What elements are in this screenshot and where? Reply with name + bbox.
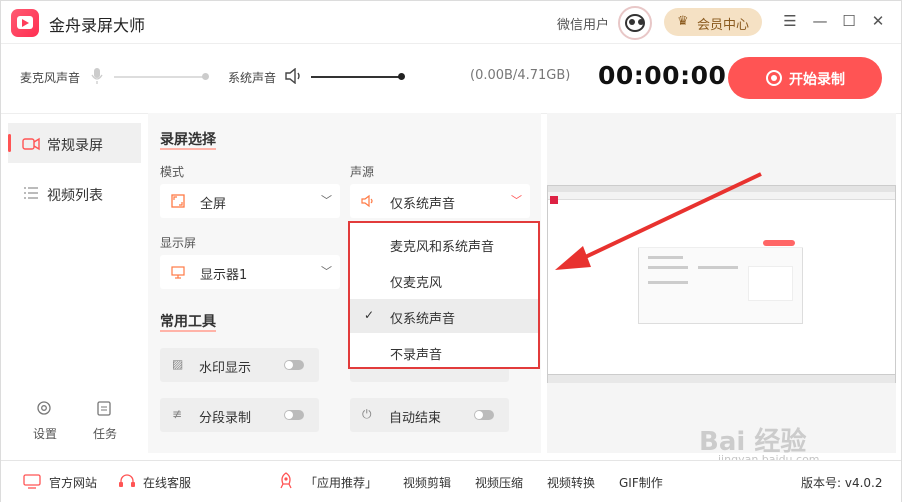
- vip-center-button[interactable]: ♛ 会员中心: [664, 8, 762, 36]
- check-icon: ✓: [364, 308, 375, 322]
- fullscreen-icon: [171, 194, 185, 208]
- chevron-down-icon: ﹀: [511, 194, 522, 207]
- dropdown-option-mic-only[interactable]: 仅麦克风: [350, 263, 538, 297]
- tools-title: 常用工具: [160, 314, 216, 332]
- system-volume-knob[interactable]: [398, 73, 405, 80]
- section-title: 录屏选择: [160, 132, 216, 150]
- avatar[interactable]: [618, 6, 652, 40]
- mode-value: 全屏: [200, 197, 227, 212]
- watermark-toggle[interactable]: [284, 360, 304, 370]
- nav-label: 常规录屏: [47, 138, 103, 154]
- power-icon: ⏻: [362, 407, 372, 421]
- chevron-down-icon: ﹀: [321, 265, 332, 278]
- dropdown-option-no-sound[interactable]: 不录声音: [350, 335, 538, 369]
- record-timer: 00:00:00: [598, 61, 727, 90]
- app-title: 金舟录屏大师: [49, 16, 146, 35]
- dropdown-option-mic-and-system[interactable]: 麦克风和系统声音: [350, 227, 538, 261]
- chevron-down-icon: ﹀: [321, 194, 332, 207]
- mode-select[interactable]: 全屏 ﹀: [160, 184, 340, 218]
- auto-stop-label: 自动结束: [389, 411, 442, 426]
- nav-item-video-list[interactable]: 视频列表: [47, 185, 103, 205]
- start-record-label: 开始录制: [789, 72, 845, 88]
- vip-center-label: 会员中心: [697, 18, 750, 33]
- crown-icon: ♛: [677, 14, 689, 29]
- audio-source-select[interactable]: 仅系统声音 ﹀: [350, 184, 530, 218]
- system-volume-label: 系统声音: [228, 71, 277, 85]
- segment-icon: ≢: [172, 407, 183, 421]
- app-window: 金舟录屏大师 微信用户 ♛ 会员中心 ☰ — ☐ ✕ 麦克风声音 系统声音 (0…: [0, 0, 902, 502]
- record-icon: [766, 70, 782, 86]
- system-volume-slider[interactable]: [311, 76, 403, 78]
- clipboard-icon[interactable]: [97, 400, 111, 416]
- segment-record-toggle[interactable]: [284, 410, 304, 420]
- auto-stop-toggle[interactable]: [474, 410, 494, 420]
- mode-label: 模式: [160, 165, 185, 179]
- app-logo: [11, 9, 39, 37]
- source-label: 声源: [350, 165, 375, 179]
- monitor-icon: [171, 266, 185, 279]
- mic-volume-knob[interactable]: [202, 73, 209, 80]
- microphone-icon[interactable]: [91, 67, 103, 85]
- divider: [1, 43, 901, 44]
- watermark-tool[interactable]: ▨ 水印显示: [160, 348, 319, 382]
- storage-info: (0.00B/4.71GB): [470, 68, 571, 83]
- online-support-link[interactable]: 在线客服: [143, 474, 191, 491]
- list-icon: [24, 187, 38, 199]
- app-recommend-label: 「应用推荐」: [305, 476, 378, 490]
- speaker-icon[interactable]: [285, 68, 303, 84]
- rocket-icon: [280, 472, 292, 489]
- dropdown-option-system-only[interactable]: ✓ 仅系统声音: [350, 299, 538, 333]
- close-button[interactable]: ✕: [867, 10, 889, 32]
- headset-icon: [119, 474, 135, 487]
- speaker-icon: [361, 194, 373, 208]
- maximize-button[interactable]: ☐: [838, 10, 860, 32]
- auto-stop-tool[interactable]: ⏻ 自动结束: [350, 398, 509, 432]
- settings-icon[interactable]: [36, 400, 52, 416]
- footer-bar: 官方网站 在线客服 「应用推荐」 视频剪辑 视频压缩 视频转换 GIF制作 版本…: [1, 460, 901, 502]
- video-convert-link[interactable]: 视频转换: [547, 474, 595, 491]
- official-site-link[interactable]: 官方网站: [49, 474, 97, 491]
- menu-icon[interactable]: ☰: [779, 10, 801, 32]
- mic-volume-slider[interactable]: [114, 76, 206, 78]
- display-label: 显示屏: [160, 236, 197, 250]
- watermark-icon: ▨: [172, 357, 184, 371]
- segment-record-label: 分段录制: [199, 411, 252, 426]
- video-compress-link[interactable]: 视频压缩: [475, 474, 523, 491]
- display-select[interactable]: 显示器1 ﹀: [160, 255, 340, 289]
- version-label: 版本号: v4.0.2: [801, 476, 883, 490]
- arrow-annotation-icon: [555, 172, 762, 270]
- display-value: 显示器1: [200, 268, 248, 283]
- start-record-button[interactable]: 开始录制: [728, 57, 882, 99]
- video-edit-link[interactable]: 视频剪辑: [403, 474, 451, 491]
- audio-source-dropdown: 麦克风和系统声音 仅麦克风 ✓ 仅系统声音 不录声音: [348, 221, 540, 369]
- website-icon: [23, 474, 41, 489]
- gif-make-link[interactable]: GIF制作: [619, 474, 663, 491]
- settings-button[interactable]: 设置: [33, 425, 57, 442]
- user-name[interactable]: 微信用户: [557, 14, 609, 33]
- segment-record-tool[interactable]: ≢ 分段录制: [160, 398, 319, 432]
- minimize-button[interactable]: —: [809, 10, 831, 32]
- audio-source-value: 仅系统声音: [390, 197, 456, 212]
- watermark-label: 水印显示: [199, 361, 252, 376]
- tasks-button[interactable]: 任务: [93, 425, 117, 442]
- camera-icon: [22, 137, 40, 151]
- mic-volume-label: 麦克风声音: [20, 71, 81, 85]
